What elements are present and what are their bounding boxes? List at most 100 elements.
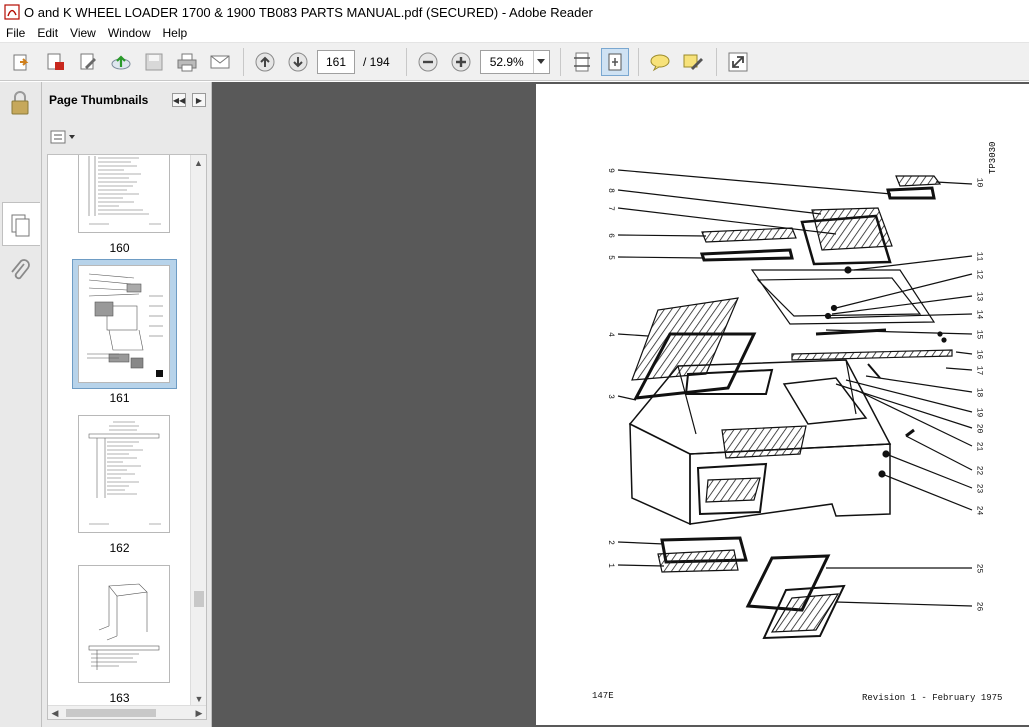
zoom-out-icon [418, 52, 438, 71]
upload-button[interactable] [107, 48, 135, 76]
pages-icon [11, 214, 30, 237]
exploded-cab-diagram [617, 169, 973, 640]
zoom-in-icon [451, 52, 471, 71]
callout-17: 17 [974, 365, 984, 376]
callout-8: 8 [605, 188, 615, 193]
scrollbar-thumb[interactable] [66, 709, 156, 717]
scroll-left-icon[interactable]: ◀ [48, 706, 62, 719]
zoom-in-button[interactable] [447, 48, 475, 76]
scroll-right-icon[interactable]: ▶ [192, 706, 206, 719]
thumbnail-label: 160 [109, 241, 130, 255]
callout-12: 12 [974, 269, 984, 280]
title-bar: O and K WHEEL LOADER 1700 & 1900 TB083 P… [0, 0, 1029, 24]
fit-width-button[interactable] [600, 47, 629, 76]
thumbnail-label: 161 [109, 391, 130, 405]
options-menu-button[interactable] [50, 128, 76, 146]
scrollbar-thumb[interactable] [194, 591, 204, 607]
edit-button[interactable] [74, 48, 102, 76]
callout-22: 22 [974, 465, 984, 476]
window-title: O and K WHEEL LOADER 1700 & 1900 TB083 P… [24, 4, 593, 20]
open-button[interactable] [8, 48, 36, 76]
callout-1: 1 [605, 563, 615, 568]
paperclip-icon[interactable] [8, 258, 32, 284]
page-footer-right: Revision 1 - February 1975 [862, 693, 1003, 703]
save-button[interactable] [140, 48, 168, 76]
thumbnail-page-160[interactable] [78, 155, 170, 233]
save-icon [145, 53, 163, 70]
create-pdf-button[interactable] [41, 48, 69, 76]
callout-25: 25 [974, 563, 984, 574]
zoom-select[interactable]: 52.9% [479, 49, 550, 74]
thumbnail-label: 163 [109, 691, 130, 705]
pdf-page: TP3030 9 8 7 6 5 4 3 2 1 10 11 12 13 14 … [536, 84, 1029, 725]
lock-icon[interactable] [8, 90, 32, 116]
document-view[interactable]: TP3030 9 8 7 6 5 4 3 2 1 10 11 12 13 14 … [212, 82, 1029, 727]
toolbar: 161 / 194 52.9% [0, 43, 1029, 81]
callout-15: 15 [974, 329, 984, 340]
expand-button[interactable] [724, 48, 752, 76]
fit-page-icon [573, 52, 590, 71]
collapse-left-icon[interactable]: ◀◀ [172, 93, 186, 107]
zoom-out-button[interactable] [414, 48, 442, 76]
chevron-down-icon[interactable] [532, 50, 549, 73]
callout-10: 10 [974, 177, 984, 188]
expand-icon [728, 52, 748, 71]
thumbnails-panel: Page Thumbnails ◀◀ ▶ 160 161 162 163 ▲ ▼… [42, 82, 212, 727]
menu-edit[interactable]: Edit [31, 24, 64, 43]
zoom-value: 52.9% [489, 54, 524, 69]
comment-icon [650, 54, 670, 71]
collapse-right-icon[interactable]: ▶ [192, 93, 206, 107]
callout-21: 21 [974, 441, 984, 452]
callout-23: 23 [974, 483, 984, 494]
callout-24: 24 [974, 505, 984, 516]
page-number-input[interactable]: 161 [317, 49, 355, 74]
toolbar-separator [715, 47, 717, 76]
thumbnails-vertical-scrollbar[interactable]: ▲ ▼ [190, 155, 206, 707]
callout-18: 18 [974, 387, 984, 398]
callout-20: 20 [974, 423, 984, 434]
menu-file[interactable]: File [0, 24, 31, 43]
comment-button[interactable] [646, 48, 674, 76]
callout-26: 26 [974, 601, 984, 612]
callout-2: 2 [605, 540, 615, 545]
thumbnail-page-161[interactable] [78, 265, 170, 383]
edit-icon [80, 53, 96, 69]
thumbnail-page-163[interactable] [78, 565, 170, 683]
callout-13: 13 [974, 291, 984, 302]
page-down-icon [288, 52, 308, 71]
fit-page-button[interactable] [568, 48, 596, 76]
toolbar-separator [637, 47, 639, 76]
list-options-icon [50, 130, 66, 144]
email-button[interactable] [206, 48, 234, 76]
callout-19: 19 [974, 407, 984, 418]
menu-view[interactable]: View [64, 24, 102, 43]
callout-11: 11 [974, 251, 984, 262]
page-thumbnails-tab[interactable] [2, 202, 40, 246]
thumbnail-page-162[interactable] [78, 415, 170, 533]
print-button[interactable] [173, 48, 201, 76]
email-icon [210, 55, 230, 68]
panel-title: Page Thumbnails [49, 93, 149, 107]
page-down-button[interactable] [284, 48, 312, 76]
sign-button[interactable] [679, 48, 707, 76]
open-icon [13, 54, 29, 70]
thumbnails-horizontal-scrollbar[interactable]: ◀ ▶ [48, 705, 206, 719]
navigation-pane-bar [0, 82, 42, 727]
toolbar-separator [243, 47, 244, 76]
scroll-up-icon[interactable]: ▲ [191, 155, 206, 171]
create-pdf-icon [47, 53, 64, 70]
fit-width-icon [608, 53, 622, 70]
menu-window[interactable]: Window [102, 24, 157, 43]
callout-9: 9 [605, 168, 615, 173]
callout-6: 6 [605, 233, 615, 238]
upload-icon [111, 54, 131, 69]
page-footer-left: 147E [592, 691, 614, 701]
toolbar-separator [405, 47, 407, 76]
callout-4: 4 [605, 332, 615, 337]
callout-14: 14 [974, 309, 984, 320]
page-up-button[interactable] [251, 48, 279, 76]
menu-help[interactable]: Help [157, 24, 194, 43]
callout-16: 16 [974, 349, 984, 360]
chevron-down-icon [69, 135, 75, 139]
callout-5: 5 [605, 255, 615, 260]
